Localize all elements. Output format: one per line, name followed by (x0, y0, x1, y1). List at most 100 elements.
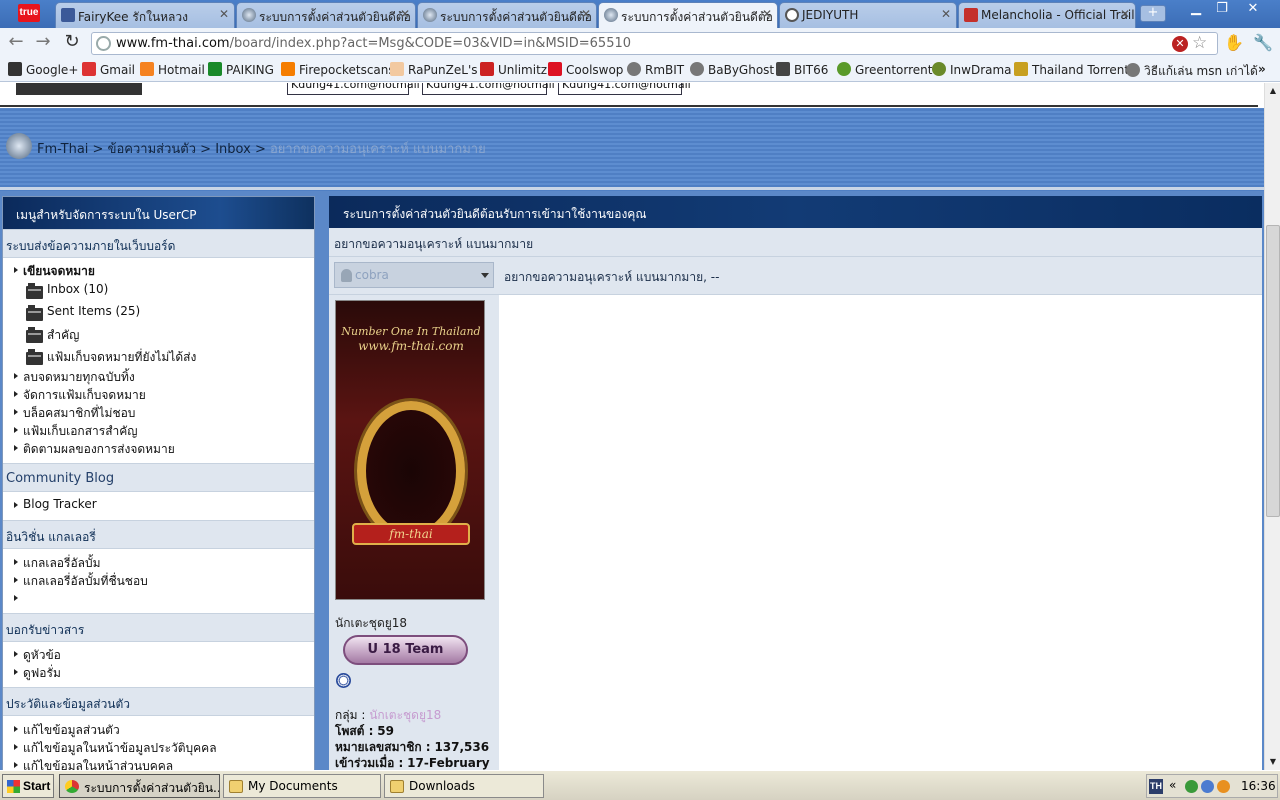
vertical-scrollbar[interactable]: ▲ ▼ (1264, 83, 1280, 770)
blogger-icon (281, 62, 295, 76)
scroll-up-icon[interactable]: ▲ (1265, 83, 1280, 99)
forum-page: Kdung41.com@hotmail Kdung41.com@hotmail … (0, 83, 1264, 770)
url-text[interactable]: www.fm-thai.com/board/index.php?act=Msg&… (116, 36, 631, 51)
window-close-icon[interactable]: ✕ (1240, 0, 1266, 18)
folder-icon (26, 283, 43, 299)
tab-youtube[interactable]: Melancholia - Official Trailer ✕ (958, 2, 1136, 28)
tab-jediyuth[interactable]: JEDIYUTH ✕ (779, 2, 957, 28)
scroll-down-icon[interactable]: ▼ (1265, 754, 1280, 770)
wrench-icon[interactable]: 🔧 (1253, 33, 1273, 52)
folder-drafts[interactable]: แฟ้มเก็บจดหมายที่ยังไม่ได้ส่ง (3, 346, 314, 368)
bookmark-rmbit[interactable]: RmBIT (627, 62, 684, 77)
sidebar-item-view-forums[interactable]: ดูฟอรั่ม (3, 664, 314, 682)
sidebar-item-edit-profile[interactable]: แก้ไขข้อมูลส่วนตัว (3, 721, 314, 739)
breadcrumb-inbox[interactable]: Inbox (215, 142, 251, 157)
sidebar-item-archive[interactable]: แฟ้มเก็บเอกสารสำคัญ (3, 422, 314, 440)
back-arrow-icon[interactable]: ← (6, 33, 26, 53)
address-bar[interactable]: www.fm-thai.com/board/index.php?act=Msg&… (91, 32, 1218, 55)
sidebar-section-pm: ระบบส่งข้อความภายในเว็บบอร์ด (3, 229, 314, 258)
close-icon[interactable]: ✕ (1120, 7, 1130, 21)
bookmark-gmail[interactable]: Gmail (82, 62, 135, 77)
sidebar-item-gallery-albums[interactable]: แกลเลอรี่อัลบั้ม (3, 554, 314, 572)
forward-arrow-icon[interactable]: → (33, 33, 53, 53)
bookmark-bit66[interactable]: BIT66 (776, 62, 828, 77)
signature-link[interactable]: Kdung41.com@hotmail (558, 83, 691, 95)
sidebar-item-view-topics[interactable]: ดูหัวข้อ (3, 646, 314, 664)
tab-facebook[interactable]: FairyKee รักในหลวง ✕ (55, 2, 235, 28)
tab-fm-thai-2[interactable]: ระบบการตั้งค่าส่วนตัวยินดีต้อ ✕ (417, 2, 597, 28)
compose-link[interactable]: เขียนจดหมาย (3, 262, 314, 280)
new-tab-button[interactable]: + (1140, 5, 1166, 22)
bookmark-msn-fix[interactable]: วิธีแก้เล่น msn เก่าได้ (1126, 62, 1258, 81)
bookmark-firepocketscans[interactable]: Firepocketscans (281, 62, 395, 77)
avatar: Number One In Thailand www.fm-thai.com f… (335, 300, 485, 600)
bookmark-paiking[interactable]: PAIKING (208, 62, 274, 77)
bookmark-google-plus[interactable]: Google+ (8, 62, 78, 77)
messenger-icon[interactable] (1201, 780, 1214, 793)
blocked-icon[interactable]: ✕ (1172, 36, 1188, 52)
restore-icon[interactable]: ❐ (1209, 0, 1235, 18)
sidebar-item-manage-folders[interactable]: จัดการแฟ้มเก็บจดหมาย (3, 386, 314, 404)
bookmarks-bar: Google+ Gmail Hotmail PAIKING Firepocket… (0, 58, 1280, 82)
sidebar-item-tracking[interactable]: ติดตามผลของการส่งจดหมาย (3, 440, 314, 458)
bookmark-thailand-torrent[interactable]: Thailand Torrent (1014, 62, 1129, 77)
bookmark-unlimitz[interactable]: Unlimitz (480, 62, 547, 77)
breadcrumb-home[interactable]: Fm-Thai (37, 142, 88, 157)
system-tray: TH « 16:36 (1146, 774, 1278, 798)
taskbar-downloads[interactable]: Downloads (384, 774, 544, 798)
browser-toolbar: ← → ↻ www.fm-thai.com/board/index.php?ac… (0, 28, 1280, 58)
network-icon[interactable] (1185, 780, 1198, 793)
bookmark-star-icon[interactable]: ☆ (1192, 33, 1207, 53)
scroll-thumb[interactable] (1266, 225, 1280, 517)
clock: 16:36 (1241, 779, 1276, 793)
reload-icon[interactable]: ↻ (62, 33, 82, 53)
breadcrumb-pm[interactable]: ข้อความส่วนตัว (108, 142, 196, 157)
tab-fm-thai-1[interactable]: ระบบการตั้งค่าส่วนตัวยินดีต้อ ✕ (236, 2, 416, 28)
divider (0, 187, 1264, 190)
folder-inbox[interactable]: Inbox (10) (3, 280, 314, 302)
author-dropdown[interactable]: cobra (334, 262, 494, 288)
close-icon[interactable]: ✕ (762, 7, 772, 21)
signature-link[interactable]: Kdung41.com@hotmail (287, 83, 420, 95)
avast-icon[interactable] (1217, 780, 1230, 793)
tab-label: FairyKee รักในหลวง (78, 10, 189, 24)
avatar-url: www.fm-thai.com (358, 339, 464, 353)
folder-sent[interactable]: Sent Items (25) (3, 302, 314, 324)
bookmark-rapunzels[interactable]: RaPunZeL's (390, 62, 478, 77)
bookmark-coolswop[interactable]: Coolswop (548, 62, 623, 77)
sidebar-item-favorite-albums[interactable]: แกลเลอรี่อัลบั้มที่ชื่นชอบ (3, 572, 314, 590)
user-icon (341, 269, 352, 282)
extension-icon[interactable]: ✋ (1224, 33, 1244, 52)
sidebar-item-delete-all[interactable]: ลบจดหมายทุกฉบับทิ้ง (3, 368, 314, 386)
hotmail-icon (140, 62, 154, 76)
minimize-icon[interactable]: ▁ (1183, 0, 1209, 18)
close-icon[interactable]: ✕ (941, 7, 951, 21)
author-name[interactable]: cobra (355, 268, 389, 282)
sidebar-item-edit-personal[interactable]: แก้ไขข้อมูลในหน้าส่วนบุคคล (3, 757, 314, 770)
taskbar-chrome[interactable]: ระบบการตั้งค่าส่วนตัวยิน... (59, 774, 220, 798)
bookmark-inwdrama[interactable]: InwDrama (932, 62, 1012, 77)
signature-link[interactable]: Kdung41.com@hotmail (422, 83, 555, 95)
folder-icon (26, 305, 43, 321)
sidebar-item-blog-tracker[interactable]: Blog Tracker (3, 497, 314, 515)
close-icon[interactable]: ✕ (219, 7, 229, 21)
sidebar-item-block-members[interactable]: บล็อคสมาชิกที่ไม่ชอบ (3, 404, 314, 422)
tab-fm-thai-active[interactable]: ระบบการตั้งค่าส่วนตัวยินดีต้อ ✕ (598, 2, 778, 28)
close-icon[interactable]: ✕ (581, 7, 591, 21)
main-header: ระบบการตั้งค่าส่วนตัวยินดีต้อนรับการเข้า… (329, 196, 1262, 228)
expand-tray-icon[interactable]: « (1169, 778, 1176, 792)
sidebar-item-edit-bio[interactable]: แก้ไขข้อมูลในหน้าข้อมูลประวัติบุคคล (3, 739, 314, 757)
language-indicator[interactable]: TH (1149, 779, 1163, 794)
close-icon[interactable]: ✕ (400, 7, 410, 21)
taskbar-my-documents[interactable]: My Documents (223, 774, 381, 798)
sidebar-item-empty[interactable] (3, 590, 314, 608)
globe-icon (1126, 63, 1140, 77)
avatar-caption: Number One In Thailand (341, 325, 481, 338)
folder-important[interactable]: สำคัญ (3, 324, 314, 346)
bookmark-babyghost[interactable]: BaByGhost (690, 62, 774, 77)
start-button[interactable]: Start (2, 774, 54, 798)
divider (0, 105, 1258, 107)
more-bookmarks-icon[interactable]: » (1258, 62, 1266, 76)
bookmark-greentorrent[interactable]: Greentorrent (837, 62, 932, 77)
bookmark-hotmail[interactable]: Hotmail (140, 62, 205, 77)
